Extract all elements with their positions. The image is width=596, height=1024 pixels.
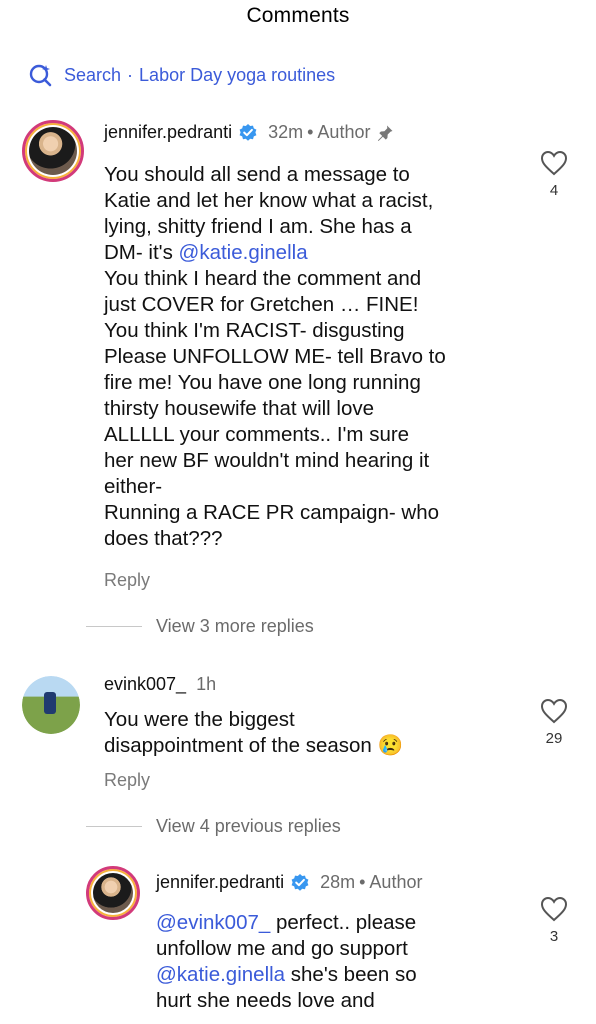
comment-text: You were the biggest disappointment of t…	[104, 707, 524, 759]
comment-line: fire me! You have one long running	[104, 371, 421, 394]
mention-link[interactable]: @evink007_	[156, 911, 270, 934]
comment-line: You think I'm RACIST- disgusting	[104, 319, 405, 342]
heart-outline-icon	[540, 896, 568, 922]
comment-meta: jennifer.pedranti 28m • Author	[156, 872, 422, 893]
like-button[interactable]: 4	[534, 150, 574, 199]
search-label: Search	[64, 64, 122, 85]
comment-line: disappointment of the season 😢	[104, 733, 524, 759]
comment-line: does that???	[104, 527, 223, 550]
avatar-figure	[44, 692, 56, 714]
comment-line: Please UNFOLLOW ME- tell Bravo to	[104, 345, 446, 368]
comment-line: Katie and let her know what a racist,	[104, 189, 434, 212]
comment-line: DM- it's @katie.ginella	[104, 240, 524, 266]
view-replies-label: View 4 previous replies	[156, 816, 341, 836]
reply-button[interactable]: Reply	[104, 570, 150, 591]
comment-line: @evink007_ perfect.. please	[156, 910, 526, 936]
comment-line: ALLLLL your comments.. I'm sure	[104, 423, 410, 446]
comment-username[interactable]: evink007_	[104, 674, 186, 695]
comment-time: 32m	[268, 122, 304, 142]
mention-link[interactable]: @katie.ginella	[179, 241, 308, 264]
thread-line	[86, 826, 142, 827]
comment-line-text: she's been so	[285, 963, 417, 986]
comment-username[interactable]: jennifer.pedranti	[156, 872, 284, 893]
comment-line: hurt she needs love and	[156, 989, 375, 1012]
search-separator: ·	[127, 64, 134, 85]
mention-link[interactable]: @katie.ginella	[156, 963, 285, 986]
comment-line: You should all send a message to	[104, 163, 410, 186]
reply-button[interactable]: Reply	[104, 770, 150, 791]
like-count: 29	[545, 730, 563, 747]
comment-line-text: DM- it's	[104, 241, 179, 264]
avatar[interactable]	[86, 866, 140, 920]
like-count: 4	[549, 182, 559, 199]
view-replies-button[interactable]: View 3 more replies	[86, 616, 314, 637]
comment-line: You think I heard the comment and	[104, 267, 422, 290]
like-button[interactable]: 3	[534, 896, 574, 945]
like-button[interactable]: 29	[534, 698, 574, 747]
heart-outline-icon	[540, 698, 568, 724]
author-label: Author	[317, 122, 371, 142]
comment-line: her new BF wouldn't mind hearing it	[104, 449, 430, 472]
verified-badge-icon	[291, 873, 309, 891]
comment-time: 1h	[196, 674, 217, 694]
comment-line: either-	[104, 475, 163, 498]
comment-line: unfollow me and go support	[156, 937, 408, 960]
pin-icon	[378, 125, 393, 141]
search-sparkle-icon	[29, 64, 52, 87]
comment-line: @katie.ginella she's been so	[156, 962, 526, 988]
avatar[interactable]	[22, 120, 84, 182]
avatar-image	[29, 127, 77, 175]
thread-line	[86, 626, 142, 627]
comment-line-text: perfect.. please	[270, 911, 417, 934]
search-suggestion[interactable]: Search · Labor Day yoga routines	[28, 60, 335, 90]
meta-separator: •	[307, 122, 314, 142]
comment-username[interactable]: jennifer.pedranti	[104, 122, 232, 143]
view-replies-button[interactable]: View 4 previous replies	[86, 816, 341, 837]
like-count: 3	[549, 928, 559, 945]
heart-outline-icon	[540, 150, 568, 176]
comment-meta: jennifer.pedranti 32m • Author	[104, 122, 394, 143]
comment-time: 28m	[320, 872, 356, 892]
comment-line: lying, shitty friend I am. She has a	[104, 215, 412, 238]
crying-emoji: 😢	[377, 734, 404, 757]
avatar[interactable]	[22, 676, 80, 734]
comment-line: just COVER for Gretchen … FINE!	[104, 293, 419, 316]
page-title: Comments	[246, 4, 350, 27]
avatar-image	[93, 873, 133, 913]
meta-separator: •	[359, 872, 366, 892]
comment-line: You were the biggest	[104, 708, 295, 731]
verified-badge-icon	[239, 123, 257, 141]
comments-header: Comments	[0, 0, 596, 34]
comment-line-text: disappointment of the season	[104, 734, 372, 757]
view-replies-label: View 3 more replies	[156, 616, 314, 636]
comment-text: You should all send a message to Katie a…	[104, 162, 524, 552]
comment-meta: evink007_ 1h	[104, 674, 216, 695]
comment-text: @evink007_ perfect.. please unfollow me …	[156, 910, 526, 1014]
search-query: Labor Day yoga routines	[139, 64, 336, 85]
comment-line: thirsty housewife that will love	[104, 397, 375, 420]
comment-line: Running a RACE PR campaign- who	[104, 501, 439, 524]
author-label: Author	[369, 872, 423, 892]
